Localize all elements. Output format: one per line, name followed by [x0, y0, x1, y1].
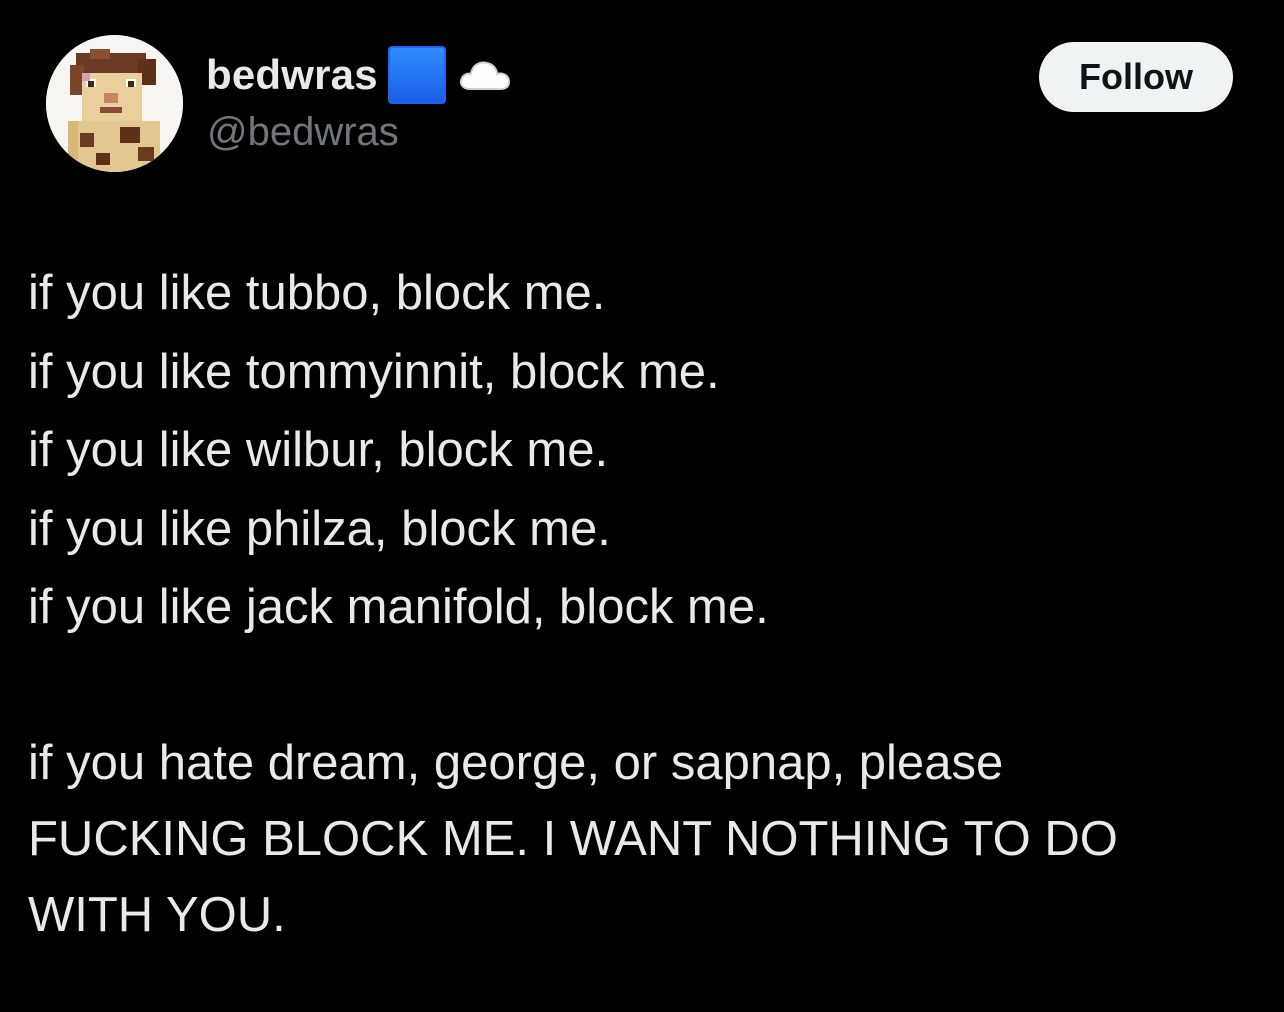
follow-button[interactable]: Follow: [1039, 42, 1233, 112]
tweet-text-line: WITH YOU.: [28, 888, 286, 942]
tweet-text-line: if you like tubbo, block me.: [28, 266, 606, 320]
cloud-icon: [459, 61, 510, 90]
tweet-text-line: FUCKING BLOCK ME. I WANT NOTHING TO DO: [28, 812, 1118, 866]
tweet-text: if you like tubbo, block me. if you like…: [28, 254, 1258, 953]
tweet-text-line: if you like wilbur, block me.: [28, 423, 609, 477]
tweet-text-line: if you like philza, block me.: [28, 501, 611, 556]
tweet-text-paragraph-2: if you hate dream, george, or sapnap, pl…: [28, 725, 1258, 953]
display-name[interactable]: bedwras: [206, 54, 378, 96]
tweet-text-line: if you like tommyinnit, block me.: [28, 344, 720, 399]
avatar[interactable]: [46, 35, 183, 172]
author-handle[interactable]: @bedwras: [207, 112, 399, 152]
tweet-text-line: if you like jack manifold, block me.: [28, 580, 769, 634]
minecraft-skin-avatar-icon: [46, 35, 183, 172]
blue-square-icon: [387, 46, 446, 104]
display-name-row: bedwras: [206, 44, 514, 106]
tweet-text-line: if you hate dream, george, or sapnap, pl…: [28, 736, 1004, 790]
tweet-card: bedwras @bedwras Follow if you like tubb…: [0, 0, 1284, 1012]
